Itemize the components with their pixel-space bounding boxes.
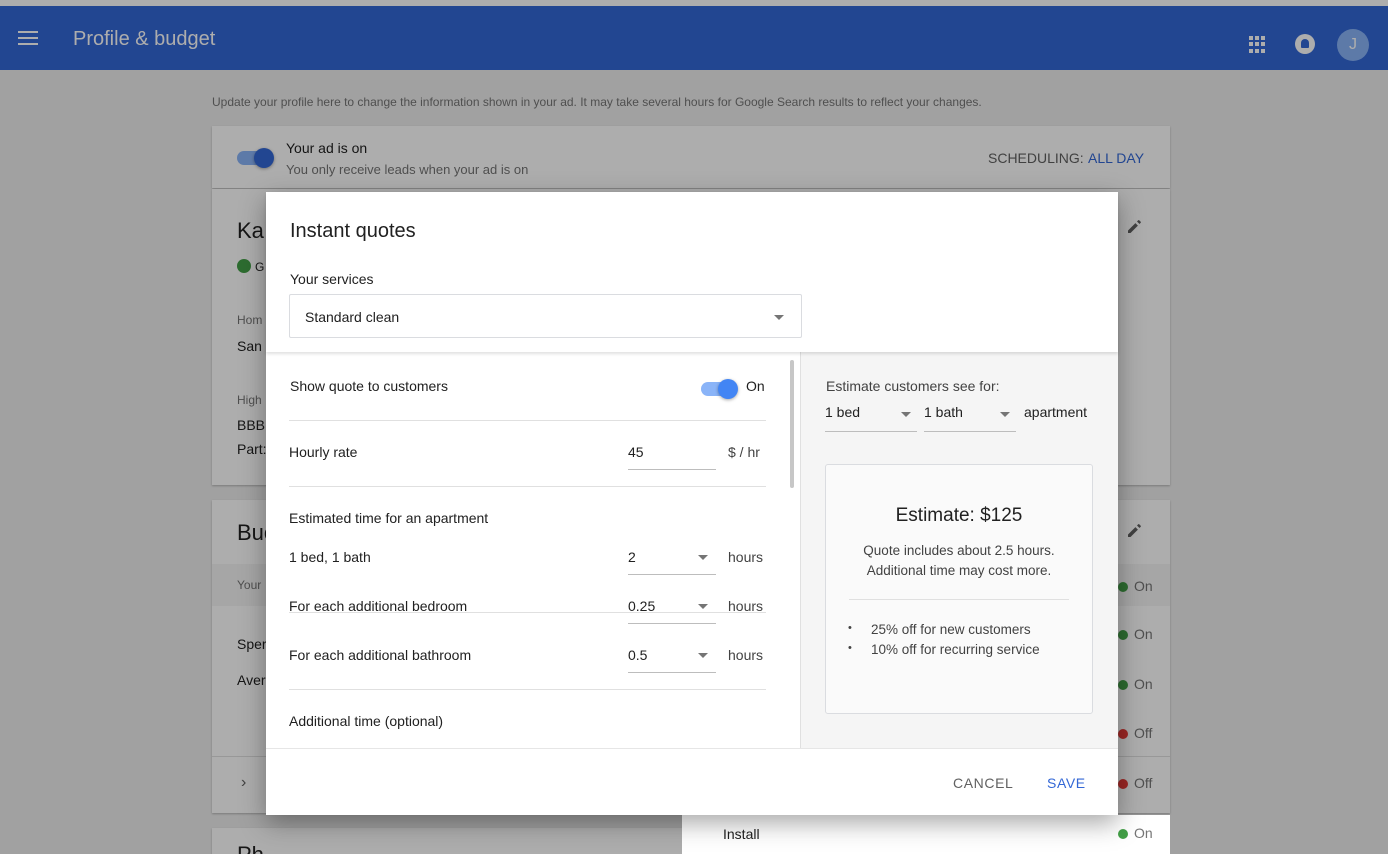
time-row-label: 1 bed, 1 bath [289, 549, 371, 565]
dropdown-arrow-icon [774, 315, 784, 320]
service-status: On [1118, 825, 1153, 841]
discount-item: 10% off for recurring service [848, 642, 1040, 657]
divider [289, 420, 766, 421]
services-label: Your services [290, 271, 374, 287]
show-quote-state: On [746, 378, 765, 394]
time-select[interactable]: 0.5 [628, 647, 716, 673]
time-select[interactable]: 0.25 [628, 598, 716, 624]
scrollbar-thumb[interactable] [790, 360, 794, 488]
property-type-label: apartment [1024, 404, 1088, 420]
time-row-label: For each additional bedroom [289, 598, 468, 614]
status-dot [1118, 829, 1128, 839]
estimate-note: Quote includes about 2.5 hours. Addition… [863, 543, 1055, 578]
time-row-unit: hours [728, 647, 764, 663]
discount-item: 25% off for new customers [848, 622, 1031, 637]
show-quote-label: Show quote to customers [290, 378, 448, 394]
instant-quotes-dialog: Instant quotes Your services Standard cl… [266, 192, 1118, 815]
dropdown-arrow-icon [698, 604, 708, 609]
show-quote-toggle-knob [718, 379, 738, 399]
dropdown-arrow-icon [698, 555, 708, 560]
divider [289, 689, 766, 690]
quote-settings-pane: Show quote to customers On Hourly rate 4… [266, 352, 800, 748]
time-row-label: For each additional bathroom [289, 647, 472, 663]
service-select[interactable]: Standard clean [289, 294, 802, 338]
estimated-time-heading: Estimated time for an apartment [289, 510, 489, 526]
dropdown-arrow-icon [901, 412, 911, 417]
estimate-for-label: Estimate customers see for: [826, 378, 1000, 394]
service-select-value: Standard clean [305, 309, 400, 325]
time-row-unit: hours [728, 549, 764, 565]
hourly-rate-unit: $ / hr [728, 444, 760, 460]
dropdown-arrow-icon [1000, 412, 1010, 417]
hourly-rate-input[interactable]: 45 [628, 444, 716, 470]
divider [849, 599, 1069, 600]
time-row-unit: hours [728, 598, 764, 614]
save-button[interactable]: SAVE [1047, 775, 1086, 791]
hourly-rate-label: Hourly rate [289, 444, 358, 460]
cancel-button[interactable]: CANCEL [953, 775, 1013, 791]
install-label: Install [723, 826, 760, 842]
estimate-preview-pane: Estimate customers see for: 1 bed 1 bath… [800, 352, 1118, 748]
estimate-card: Estimate: $125 Quote includes about 2.5 … [825, 464, 1093, 714]
dialog-footer: CANCEL SAVE [266, 748, 1118, 815]
dialog-title: Instant quotes [290, 220, 416, 242]
estimate-amount: Estimate: $125 [895, 505, 1023, 526]
dropdown-arrow-icon [698, 653, 708, 658]
baths-select[interactable]: 1 bath [924, 404, 1016, 432]
time-select[interactable]: 2 [628, 549, 716, 575]
divider [289, 486, 766, 487]
additional-time-heading: Additional time (optional) [289, 713, 444, 729]
beds-select[interactable]: 1 bed [825, 404, 917, 432]
dialog-header: Instant quotes Your services Standard cl… [266, 192, 1118, 352]
